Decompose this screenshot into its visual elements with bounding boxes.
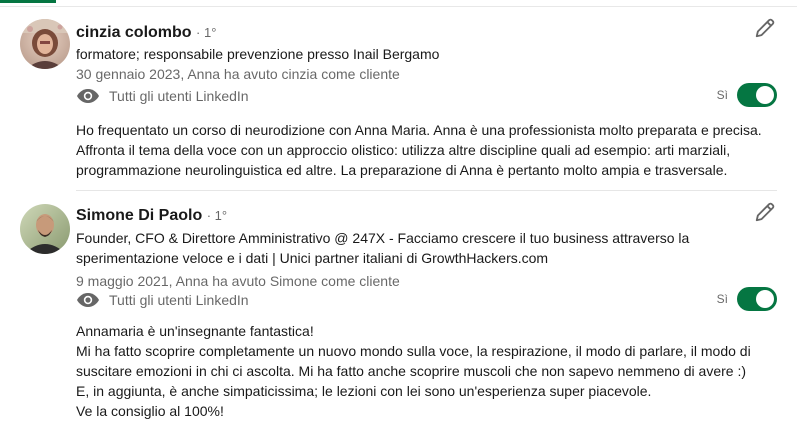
show-recommendation-toggle[interactable]	[737, 83, 777, 107]
visibility-setting: Tutti gli utenti LinkedIn	[76, 289, 249, 311]
visibility-toggle-group: Sì	[717, 286, 777, 312]
divider	[0, 6, 797, 7]
pencil-icon	[754, 201, 776, 228]
recommendation-text-line: E, in aggiunta, è anche simpaticissima; …	[76, 383, 652, 399]
recommendation-item: Simone Di Paolo · 1° Founder, CFO & Dire…	[0, 192, 797, 432]
recommendation-item: cinzia colombo · 1° formatore; responsab…	[0, 8, 797, 190]
recommendation-text-line: suscitare emozioni in chi ci ascolta. Mi…	[76, 363, 746, 379]
recommendation-date: 9 maggio 2021, Anna ha avuto Simone come…	[76, 273, 400, 289]
recommendation-text: Ho frequentato un corso di neurodizione …	[76, 120, 776, 180]
divider	[76, 190, 777, 191]
pencil-icon	[754, 17, 776, 44]
recommendation-text-line: Mi ha fatto scoprire completamente un nu…	[76, 343, 751, 359]
connection-degree: · 1°	[196, 25, 217, 40]
toggle-label: Sì	[716, 292, 728, 306]
member-header: Simone Di Paolo · 1°	[76, 206, 227, 226]
visibility-label: Tutti gli utenti LinkedIn	[109, 88, 249, 104]
member-name-link[interactable]: cinzia colombo	[76, 24, 192, 41]
recommendation-text: Annamaria è un'insegnante fantastica! Mi…	[76, 321, 776, 421]
recommendation-text-line: programmazione neurolinguistica ed altre…	[76, 162, 728, 178]
avatar[interactable]	[20, 204, 70, 254]
toggle-label: Sì	[716, 88, 728, 102]
recommendation-text-line: Ve la consiglio al 100%!	[76, 403, 224, 419]
member-headline: Founder, CFO & Direttore Amministrativo …	[76, 230, 690, 266]
eye-icon	[76, 88, 100, 104]
visibility-toggle-group: Sì	[717, 82, 777, 108]
eye-icon	[76, 292, 100, 308]
edit-recommendation-button[interactable]	[753, 202, 777, 226]
edit-recommendation-button[interactable]	[753, 18, 777, 42]
toggle-knob	[756, 86, 774, 104]
recommendation-text-line: Affronta il tema della voce con un appro…	[76, 142, 731, 158]
member-header: cinzia colombo · 1°	[76, 23, 216, 43]
recommendation-date: 30 gennaio 2023, Anna ha avuto cinzia co…	[76, 66, 400, 82]
avatar[interactable]	[20, 19, 70, 69]
recommendation-text-line: Annamaria è un'insegnante fantastica!	[76, 323, 314, 339]
connection-degree: · 1°	[206, 208, 228, 223]
member-headline: formatore; responsabile prevenzione pres…	[76, 46, 440, 62]
visibility-setting: Tutti gli utenti LinkedIn	[76, 85, 249, 107]
active-tab-indicator	[0, 0, 56, 3]
recommendation-text-line: Ho frequentato un corso di neurodizione …	[76, 122, 762, 138]
member-name-link[interactable]: Simone Di Paolo	[76, 207, 202, 224]
toggle-knob	[756, 290, 774, 308]
show-recommendation-toggle[interactable]	[737, 287, 777, 311]
visibility-label: Tutti gli utenti LinkedIn	[109, 292, 249, 308]
